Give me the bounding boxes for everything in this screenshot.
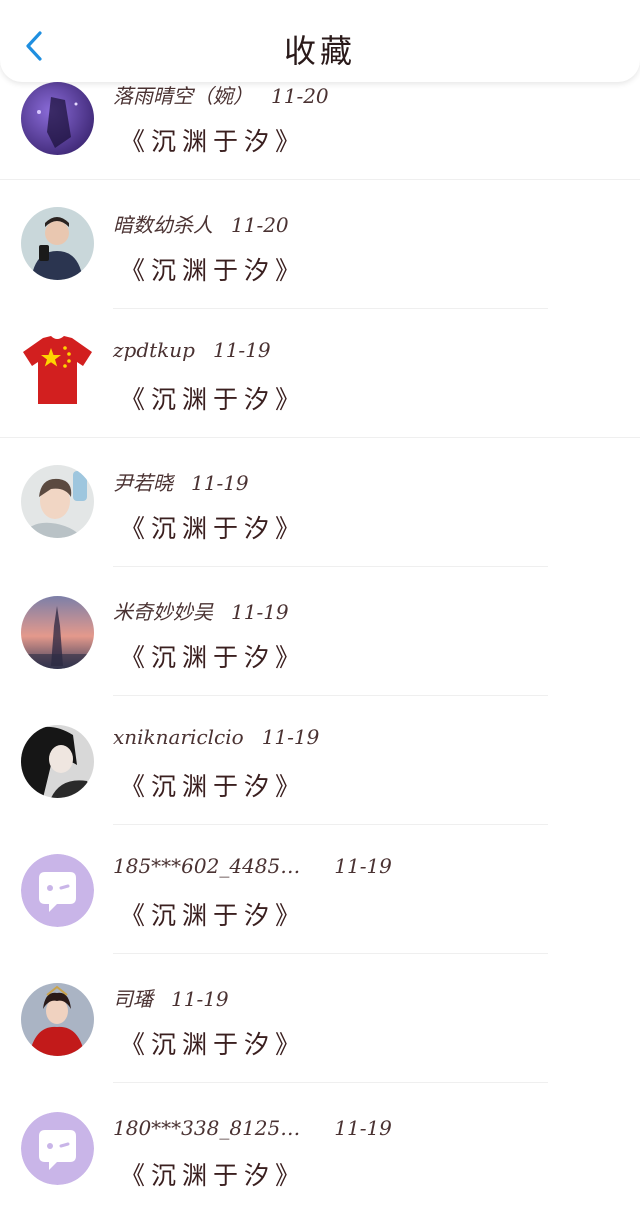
avatar[interactable] — [21, 983, 94, 1056]
list-item[interactable]: 尹若晓 11-19 《沉渊于汐》 — [0, 439, 640, 568]
list-item[interactable]: 180***338_8125… 11-19 《沉渊于汐》 — [0, 1084, 640, 1213]
work-title[interactable]: 《沉渊于汐》 — [120, 380, 306, 416]
date: 11-19 — [261, 725, 320, 749]
work-title[interactable]: 《沉渊于汐》 — [120, 1156, 306, 1192]
divider — [113, 1082, 548, 1083]
divider — [0, 179, 640, 180]
user-name: 落雨晴空（婉） — [113, 84, 253, 108]
list-item[interactable]: xniknariclcio 11-19 《沉渊于汐》 — [0, 697, 640, 826]
avatar[interactable] — [21, 207, 94, 280]
work-title[interactable]: 《沉渊于汐》 — [120, 638, 306, 674]
date: 11-19 — [231, 600, 289, 624]
avatar[interactable] — [21, 725, 94, 798]
list-item[interactable]: 司璠 11-19 《沉渊于汐》 — [0, 955, 640, 1084]
user-name: zpdtkup — [113, 338, 195, 362]
divider — [113, 566, 548, 567]
date: 11-20 — [231, 213, 289, 237]
list-item[interactable]: 米奇妙妙吴 11-19 《沉渊于汐》 — [0, 568, 640, 697]
divider — [0, 437, 640, 438]
date: 11-19 — [212, 338, 271, 362]
user-name: 米奇妙妙吴 — [113, 600, 213, 624]
list-item[interactable]: 暗数幼杀人 11-20 《沉渊于汐》 — [0, 181, 640, 310]
flag-shirt-icon — [23, 336, 92, 404]
nav-header: 收藏 — [0, 0, 640, 82]
user-name: 尹若晓 — [113, 471, 173, 495]
user-name: 暗数幼杀人 — [113, 213, 213, 237]
work-title[interactable]: 《沉渊于汐》 — [120, 122, 306, 158]
date: 11-20 — [271, 84, 329, 108]
date: 11-19 — [334, 854, 392, 878]
list-item[interactable]: zpdtkup 11-19 《沉渊于汐》 — [0, 310, 640, 439]
work-title[interactable]: 《沉渊于汐》 — [120, 896, 306, 932]
work-title[interactable]: 《沉渊于汐》 — [120, 767, 306, 803]
work-title[interactable]: 《沉渊于汐》 — [120, 1025, 306, 1061]
page-title: 收藏 — [283, 32, 356, 70]
date: 11-19 — [171, 987, 229, 1011]
default-avatar-icon — [21, 1112, 94, 1185]
user-name: xniknariclcio — [113, 725, 244, 749]
date: 11-19 — [334, 1116, 392, 1140]
user-name: 180***338_8125… — [113, 1116, 301, 1140]
divider — [113, 695, 548, 696]
avatar[interactable] — [21, 465, 94, 538]
divider — [113, 953, 548, 954]
divider — [113, 824, 548, 825]
avatar[interactable] — [21, 82, 94, 155]
divider — [113, 308, 548, 309]
user-name: 185***602_4485… — [113, 854, 301, 878]
list-item[interactable]: 185***602_4485… 11-19 《沉渊于汐》 — [0, 826, 640, 955]
work-title[interactable]: 《沉渊于汐》 — [120, 251, 306, 287]
user-name: 司璠 — [113, 987, 153, 1011]
default-avatar-icon — [21, 854, 94, 927]
work-title[interactable]: 《沉渊于汐》 — [120, 509, 306, 545]
avatar[interactable] — [21, 1112, 94, 1185]
avatar[interactable] — [21, 334, 94, 407]
avatar[interactable] — [21, 596, 94, 669]
avatar[interactable] — [21, 854, 94, 927]
date: 11-19 — [191, 471, 249, 495]
